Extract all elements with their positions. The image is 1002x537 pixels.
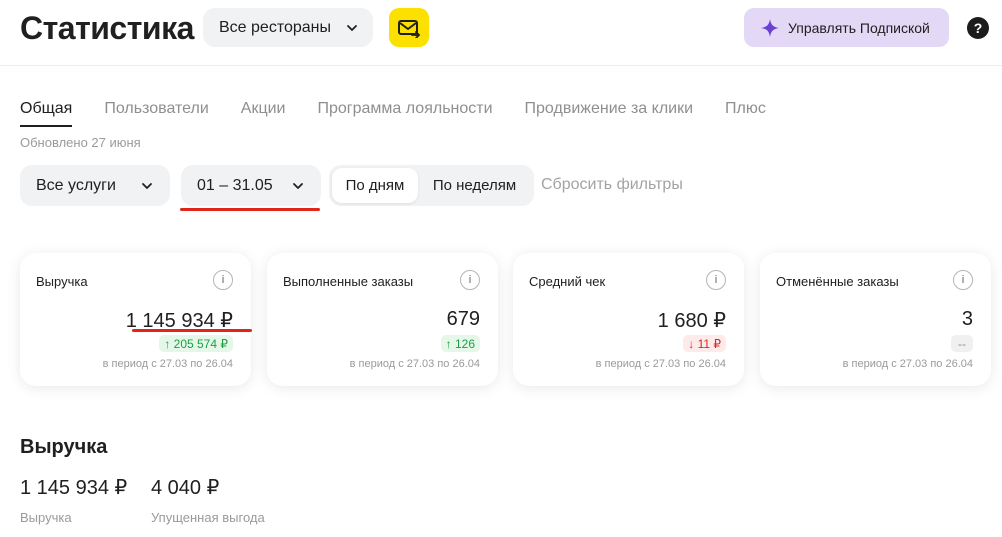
revenue-total-value: 1 145 934 ₽ <box>20 477 128 499</box>
reset-filters-button[interactable]: Сбросить фильтры <box>541 176 683 194</box>
card-title: Выручка <box>36 274 88 289</box>
delta-badge: ↑ 126 <box>440 335 480 352</box>
tab-general[interactable]: Общая <box>20 99 73 127</box>
info-icon[interactable]: i <box>706 270 726 290</box>
manage-subscription-label: Управлять Подпиской <box>788 19 930 36</box>
date-range-annotation-underline <box>180 208 320 211</box>
services-filter[interactable]: Все услуги <box>20 165 170 206</box>
delta-badge: ↓ 11 ₽ <box>683 335 726 352</box>
delta-badge: ↑ 205 574 ₽ <box>159 335 233 352</box>
tab-promotions[interactable]: Акции <box>241 99 286 127</box>
delta-badge: -- <box>951 335 973 352</box>
top-header: Статистика Все рестораны Управлять Подпи… <box>0 0 1002 66</box>
revenue-section-title: Выручка <box>20 436 108 458</box>
mail-icon <box>398 19 421 38</box>
info-icon[interactable]: i <box>213 270 233 290</box>
lost-profit-caption: Упущенная выгода <box>151 510 265 525</box>
metric-card-cancelled-orders: Отменённые заказы i 3 -- в период с 27.0… <box>760 253 991 386</box>
metric-card-completed-orders: Выполненные заказы i 679 ↑ 126 в период … <box>267 253 498 386</box>
card-period: в период с 27.03 по 26.04 <box>102 358 233 370</box>
chevron-down-icon <box>142 182 152 189</box>
card-period: в период с 27.03 по 26.04 <box>842 358 973 370</box>
tab-pay-per-click[interactable]: Продвижение за клики <box>525 99 694 127</box>
chevron-down-icon <box>347 24 357 31</box>
card-title: Выполненные заказы <box>283 274 414 289</box>
sparkle-icon <box>761 18 779 37</box>
granularity-switch: По дням По неделям <box>329 165 534 206</box>
revenue-annotation-underline <box>132 329 252 332</box>
card-value: 679 <box>446 308 480 330</box>
tab-users[interactable]: Пользователи <box>104 99 208 127</box>
date-range-filter[interactable]: 01 – 31.05 <box>181 165 321 206</box>
tab-loyalty-program[interactable]: Программа лояльности <box>318 99 493 127</box>
metric-card-average-check: Средний чек i 1 680 ₽ ↓ 11 ₽ в период с … <box>513 253 744 386</box>
by-weeks-option[interactable]: По неделям <box>418 168 531 203</box>
revenue-total-caption: Выручка <box>20 510 72 525</box>
card-title: Средний чек <box>529 274 606 289</box>
tab-plus[interactable]: Плюс <box>725 99 766 127</box>
stats-tabs: Общая Пользователи Акции Программа лояль… <box>20 99 766 127</box>
card-period: в период с 27.03 по 26.04 <box>349 358 480 370</box>
help-icon[interactable]: ? <box>967 17 989 39</box>
lost-profit-value: 4 040 ₽ <box>151 477 220 499</box>
manage-subscription-button[interactable]: Управлять Подпиской <box>744 8 949 47</box>
date-range-label: 01 – 31.05 <box>197 176 273 194</box>
restaurant-select-label: Все рестораны <box>219 18 331 36</box>
by-days-option[interactable]: По дням <box>332 168 418 203</box>
chevron-down-icon <box>293 182 303 189</box>
mail-button[interactable] <box>389 8 429 47</box>
services-filter-label: Все услуги <box>36 176 116 194</box>
restaurant-select[interactable]: Все рестораны <box>203 8 373 47</box>
card-value: 1 680 ₽ <box>657 310 726 332</box>
updated-date: Обновлено 27 июня <box>20 135 141 150</box>
info-icon[interactable]: i <box>460 270 480 290</box>
card-value: 3 <box>961 308 973 330</box>
card-title: Отменённые заказы <box>776 274 899 289</box>
metric-card-revenue: Выручка i 1 145 934 ₽ ↑ 205 574 ₽ в пери… <box>20 253 251 386</box>
info-icon[interactable]: i <box>953 270 973 290</box>
page-title: Статистика <box>20 10 194 46</box>
card-period: в период с 27.03 по 26.04 <box>595 358 726 370</box>
